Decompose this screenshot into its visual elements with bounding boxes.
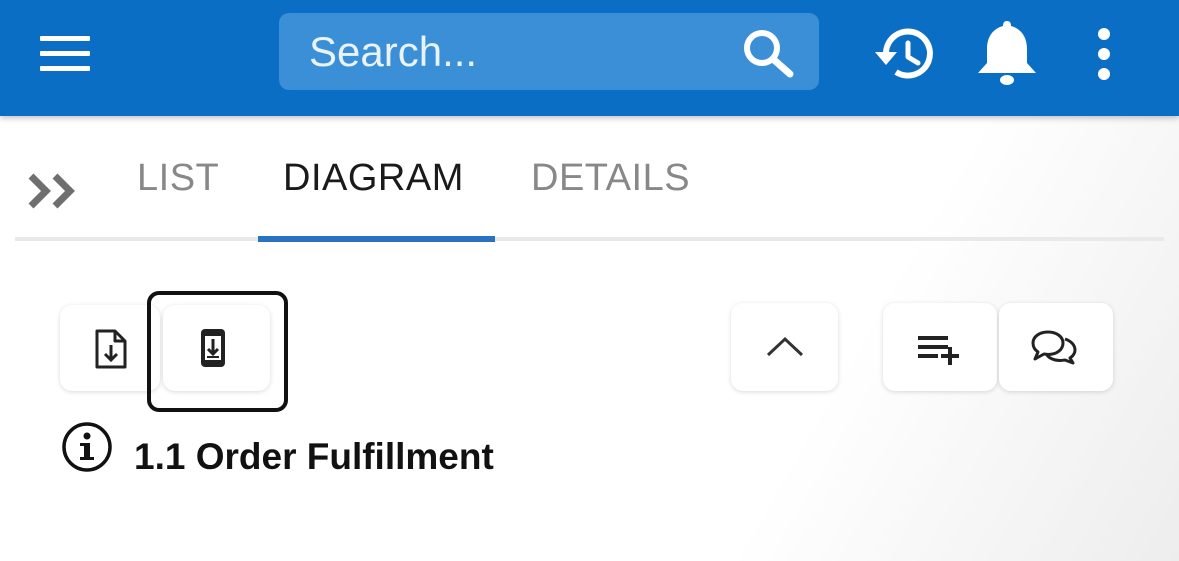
collapse-button[interactable] bbox=[731, 303, 838, 391]
download-mobile-button[interactable] bbox=[163, 305, 270, 391]
diagram-title: 1.1 Order Fulfillment bbox=[134, 436, 494, 477]
bell-icon[interactable] bbox=[974, 18, 1040, 88]
comments-button[interactable] bbox=[999, 303, 1113, 391]
more-vertical-icon[interactable] bbox=[1092, 28, 1116, 80]
search-input[interactable] bbox=[307, 23, 731, 81]
tab-list[interactable]: LIST bbox=[137, 150, 219, 206]
playlist-add-icon bbox=[918, 336, 959, 365]
double-chevron-right-icon[interactable] bbox=[26, 166, 84, 216]
mobile-download-icon bbox=[201, 329, 225, 367]
app-header bbox=[0, 0, 1179, 116]
info-icon[interactable] bbox=[60, 422, 114, 476]
comments-icon bbox=[1031, 330, 1077, 365]
history-icon[interactable] bbox=[872, 26, 940, 84]
add-to-list-button[interactable] bbox=[883, 303, 997, 391]
active-tab-indicator bbox=[258, 236, 495, 242]
tab-divider bbox=[15, 237, 1164, 241]
search-icon[interactable] bbox=[738, 26, 798, 80]
download-file-button[interactable] bbox=[60, 305, 160, 391]
app-root: LIST DIAGRAM DETAILS bbox=[0, 0, 1179, 561]
tab-diagram[interactable]: DIAGRAM bbox=[283, 150, 464, 206]
file-download-icon bbox=[95, 329, 127, 369]
hamburger-menu-icon[interactable] bbox=[36, 30, 94, 78]
tab-details[interactable]: DETAILS bbox=[531, 150, 690, 206]
chevron-up-icon bbox=[766, 336, 804, 357]
